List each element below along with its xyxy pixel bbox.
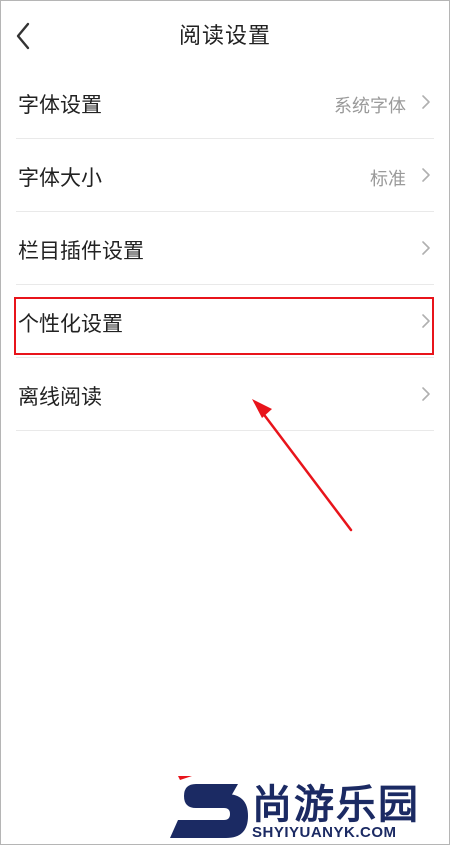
setting-value: 系统字体	[334, 96, 406, 117]
setting-row-column-plugins[interactable]: 栏目插件设置	[0, 212, 450, 285]
chevron-right-icon	[422, 95, 430, 109]
divider	[16, 430, 434, 431]
setting-label: 字体设置	[18, 93, 102, 117]
setting-row-personalization[interactable]: 个性化设置	[0, 285, 450, 358]
watermark-domain: SHYIYUANYK.COM	[252, 824, 397, 841]
setting-label: 字体大小	[18, 166, 102, 190]
chevron-right-icon	[422, 241, 430, 255]
watermark-brand: 尚游乐园	[252, 782, 420, 828]
settings-list: 字体设置 系统字体 字体大小 标准 栏目插件设置 个性化设置 离线阅读	[0, 66, 450, 431]
watermark: 尚游乐园 SHYIYUANYK.COM	[168, 772, 448, 842]
setting-row-font[interactable]: 字体设置 系统字体	[0, 66, 450, 139]
chevron-right-icon	[422, 314, 430, 328]
setting-row-font-size[interactable]: 字体大小 标准	[0, 139, 450, 212]
page-title: 阅读设置	[178, 24, 271, 49]
top-bar: 阅读设置	[0, 0, 450, 72]
setting-label: 个性化设置	[18, 312, 123, 336]
setting-row-offline-reading[interactable]: 离线阅读	[0, 358, 450, 431]
setting-label: 离线阅读	[18, 385, 102, 409]
setting-label: 栏目插件设置	[18, 239, 144, 263]
chevron-right-icon	[422, 168, 430, 182]
chevron-right-icon	[422, 387, 430, 401]
brand-logo	[170, 776, 248, 838]
setting-value: 标准	[370, 169, 406, 190]
